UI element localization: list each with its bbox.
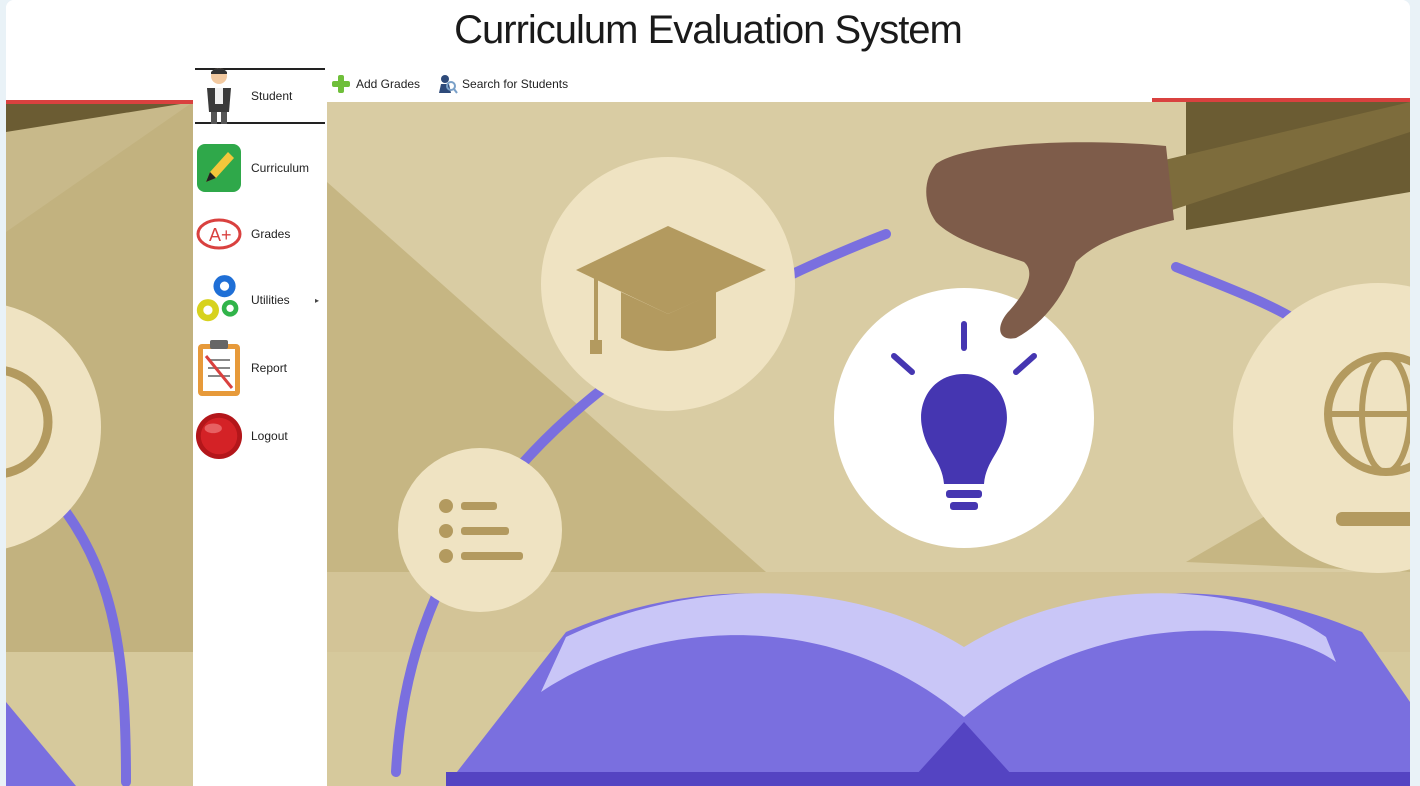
add-grades-label: Add Grades (356, 77, 421, 91)
add-grades-button[interactable]: Add Grades (326, 71, 424, 97)
sidebar-item-logout[interactable]: Logout (195, 406, 325, 466)
sidebar-item-label: Student (251, 89, 293, 103)
sidebar-item-label: Grades (251, 227, 291, 241)
sidebar-item-label: Curriculum (251, 161, 310, 175)
sidebar-item-label: Logout (251, 429, 288, 443)
clipboard-icon (195, 340, 243, 396)
sidebar-menu: Student Curriculum A+ Grades Utilities ▸… (193, 62, 327, 786)
app-title: Curriculum Evaluation System (454, 8, 963, 52)
sidebar-item-label: Utilities (251, 293, 290, 307)
search-students-icon (436, 73, 458, 95)
sidebar-item-grades[interactable]: A+ Grades (195, 204, 325, 264)
svg-text:A+: A+ (209, 225, 232, 245)
search-students-label: Search for Students (462, 77, 569, 91)
pencil-icon (195, 142, 243, 194)
app-window: Curriculum Evaluation System Add Grades (6, 0, 1410, 786)
toolbar: Add Grades Search for Students (326, 66, 626, 102)
search-students-button[interactable]: Search for Students (432, 71, 572, 97)
grade-a-icon: A+ (195, 208, 243, 260)
logout-icon (195, 410, 243, 462)
accent-line (1152, 98, 1410, 102)
student-icon (195, 68, 243, 124)
sidebar-item-report[interactable]: Report (195, 338, 325, 398)
gears-icon (195, 274, 243, 326)
accent-line (6, 100, 193, 104)
sidebar-item-utilities[interactable]: Utilities ▸ (195, 270, 325, 330)
sidebar-item-curriculum[interactable]: Curriculum (195, 138, 325, 198)
sidebar-item-label: Report (251, 361, 288, 375)
sidebar-item-student[interactable]: Student (195, 68, 325, 124)
submenu-arrow-icon: ▸ (314, 295, 319, 305)
plus-icon (330, 73, 352, 95)
